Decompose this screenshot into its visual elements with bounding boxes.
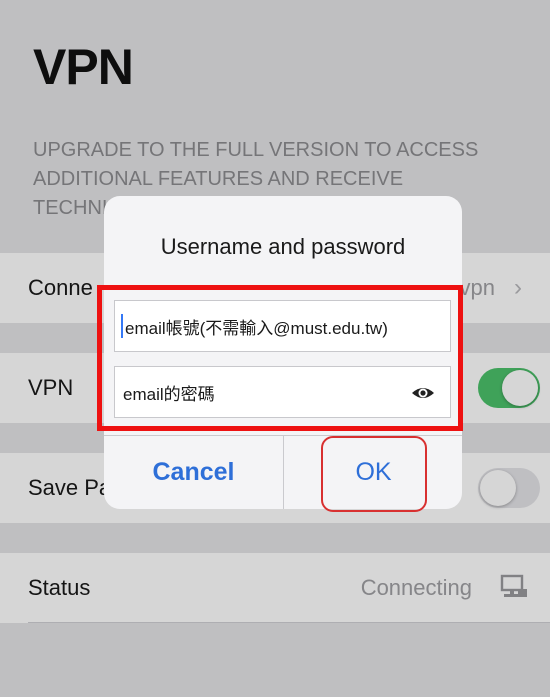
dialog-title: Username and password [160,234,406,259]
ok-button-highlight [321,436,427,512]
vpn-settings-screen: VPN UPGRADE TO THE FULL VERSION TO ACCES… [0,0,550,697]
cancel-button[interactable]: Cancel [104,436,283,509]
credentials-highlight [97,285,463,431]
